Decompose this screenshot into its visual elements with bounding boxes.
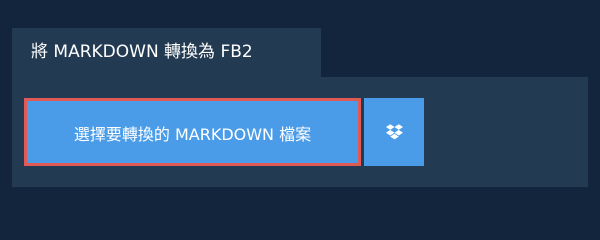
dropbox-icon xyxy=(385,124,403,140)
select-file-button[interactable]: 選擇要轉換的 MARKDOWN 檔案 xyxy=(24,98,361,166)
dropbox-button[interactable] xyxy=(364,98,424,166)
page-title: 將 MARKDOWN 轉換為 FB2 xyxy=(12,28,321,77)
